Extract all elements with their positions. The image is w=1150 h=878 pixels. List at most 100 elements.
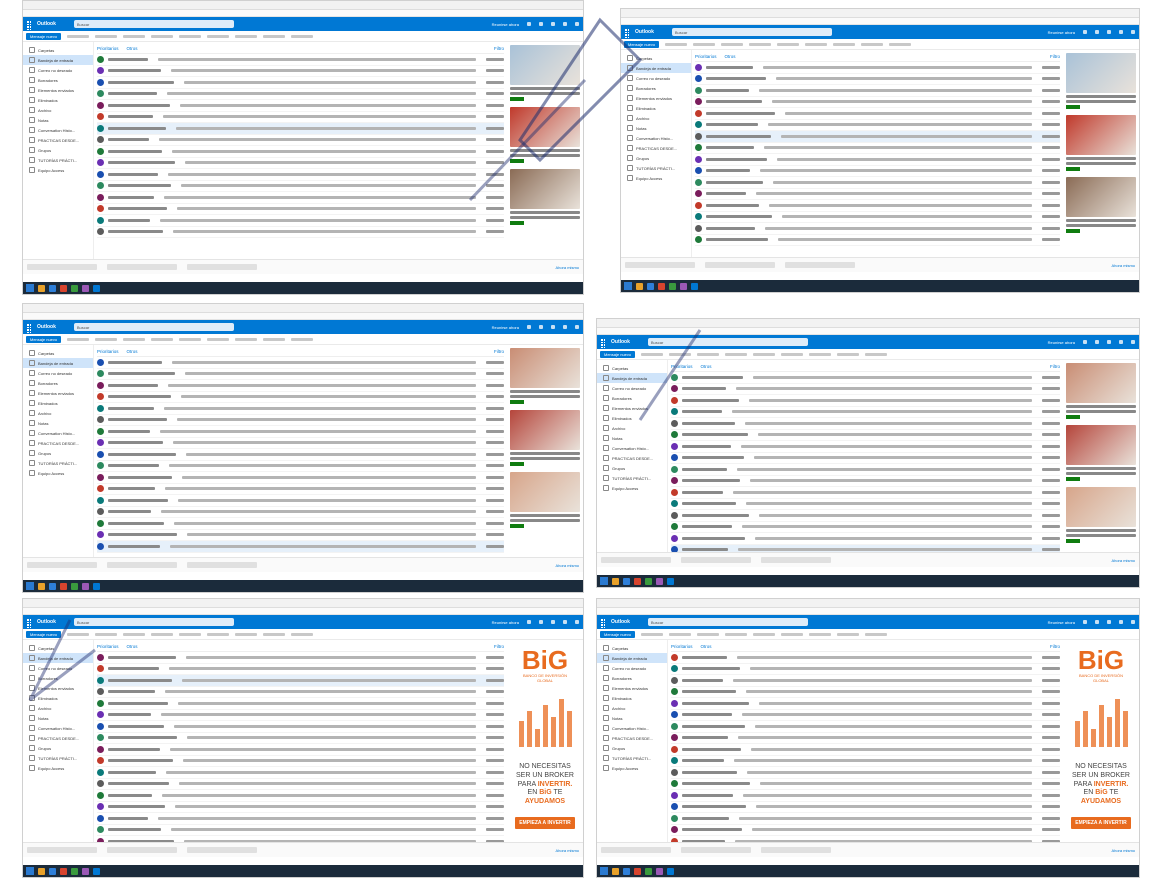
message-row[interactable] <box>97 710 504 721</box>
taskbar-app-icon[interactable] <box>49 867 56 875</box>
message-row[interactable] <box>671 510 1060 522</box>
calendar-icon[interactable] <box>1095 620 1099 624</box>
folder-item[interactable]: Eliminados <box>597 413 667 423</box>
message-row[interactable] <box>695 97 1060 108</box>
folder-item[interactable]: Borradores <box>23 378 93 388</box>
message-row[interactable] <box>671 418 1060 430</box>
folder-item[interactable]: Archivo <box>23 703 93 713</box>
taskbar-app-icon[interactable] <box>680 282 687 290</box>
taskbar-app-icon[interactable] <box>634 867 641 875</box>
folder-item[interactable]: Elementos enviados <box>23 85 93 95</box>
message-row[interactable] <box>671 499 1060 510</box>
message-row[interactable] <box>97 227 504 238</box>
folder-item[interactable]: PRACTICAS DESDE... <box>621 143 691 153</box>
message-row[interactable] <box>695 120 1060 131</box>
taskbar-app-icon[interactable] <box>647 282 654 290</box>
taskbar-app-icon[interactable] <box>38 284 45 292</box>
ad-image[interactable] <box>510 472 580 512</box>
message-row[interactable] <box>671 802 1060 813</box>
download-chip[interactable] <box>27 264 97 270</box>
folder-item[interactable]: TUTORÍAS PRÁCTI... <box>597 753 667 763</box>
folder-item[interactable]: Bandeja de entrada <box>597 653 667 663</box>
folder-item[interactable]: Archivo <box>597 703 667 713</box>
folder-item[interactable]: Bandeja de entrada <box>597 373 667 383</box>
folder-item[interactable]: Conversation Histo... <box>597 443 667 453</box>
folder-item[interactable]: Equipo Access <box>23 763 93 773</box>
user-avatar[interactable] <box>575 22 579 26</box>
command-action[interactable] <box>781 632 804 636</box>
command-action[interactable] <box>753 632 776 636</box>
message-row[interactable] <box>671 487 1060 499</box>
folder-item[interactable]: Archivo <box>23 408 93 418</box>
message-row[interactable] <box>97 825 504 836</box>
big-ad[interactable]: BiG BANCO DE INVERSIÓN GLOBAL NO NECESITAS… <box>1066 643 1136 829</box>
taskbar-app-icon[interactable] <box>71 284 78 292</box>
command-action[interactable] <box>95 34 118 38</box>
message-row[interactable] <box>97 415 504 426</box>
message-row[interactable] <box>97 369 504 380</box>
folder-item[interactable]: Grupos <box>23 145 93 155</box>
message-row[interactable] <box>671 664 1060 675</box>
download-chip[interactable] <box>107 264 177 270</box>
calendar-icon[interactable] <box>1095 340 1099 344</box>
message-row[interactable] <box>671 533 1060 545</box>
folder-item[interactable]: TUTORÍAS PRÁCTI... <box>621 163 691 173</box>
folder-item[interactable]: Correo no deseado <box>597 663 667 673</box>
ad-image[interactable] <box>510 410 580 450</box>
folder-item[interactable]: Borradores <box>597 673 667 683</box>
download-chip[interactable] <box>187 562 257 568</box>
taskbar-app-icon[interactable] <box>612 577 619 585</box>
download-chip[interactable] <box>187 264 257 270</box>
skype-icon[interactable] <box>527 620 531 624</box>
meet-now-button[interactable]: Reunirse ahora <box>492 325 519 330</box>
settings-icon[interactable] <box>551 22 555 26</box>
message-row[interactable] <box>695 143 1060 154</box>
tab-focused[interactable]: Prioritarios <box>671 644 693 649</box>
message-row[interactable] <box>97 530 504 541</box>
message-row[interactable] <box>97 518 504 530</box>
tab-other[interactable]: Otros <box>127 46 138 51</box>
command-action[interactable] <box>805 42 828 46</box>
message-row[interactable] <box>97 123 504 135</box>
message-row[interactable] <box>97 541 504 553</box>
user-avatar[interactable] <box>1131 620 1135 624</box>
taskbar-app-icon[interactable] <box>82 582 89 590</box>
tab-other[interactable]: Otros <box>701 644 712 649</box>
message-row[interactable] <box>97 215 504 227</box>
taskbar-app-icon[interactable] <box>49 582 56 590</box>
taskbar-app-icon[interactable] <box>656 867 663 875</box>
folder-item[interactable]: TUTORÍAS PRÁCTI... <box>23 155 93 165</box>
tab-other[interactable]: Otros <box>725 54 736 59</box>
show-all-link[interactable]: Ahora mismo <box>555 563 579 568</box>
taskbar-app-icon[interactable] <box>634 577 641 585</box>
folder-item[interactable]: PRACTICAS DESDE... <box>23 135 93 145</box>
filter-button[interactable]: Filtro <box>494 644 504 649</box>
ad-image[interactable] <box>510 348 580 388</box>
folder-item[interactable]: Correo no deseado <box>23 663 93 673</box>
download-chip[interactable] <box>785 262 855 268</box>
folder-item[interactable]: Notas <box>621 123 691 133</box>
calendar-icon[interactable] <box>539 620 543 624</box>
calendar-icon[interactable] <box>539 325 543 329</box>
folder-item[interactable]: Notas <box>597 713 667 723</box>
command-action[interactable] <box>291 632 314 636</box>
folder-item[interactable]: Equipo Access <box>597 763 667 773</box>
folder-item[interactable]: PRACTICAS DESDE... <box>597 453 667 463</box>
taskbar-app-icon[interactable] <box>658 282 665 290</box>
message-row[interactable] <box>97 507 504 518</box>
command-action[interactable] <box>665 42 688 46</box>
tab-focused[interactable]: Prioritarios <box>671 364 693 369</box>
taskbar-app-icon[interactable] <box>38 582 45 590</box>
folder-item[interactable]: Archivo <box>597 423 667 433</box>
message-row[interactable] <box>97 687 504 698</box>
message-row[interactable] <box>695 200 1060 212</box>
message-row[interactable] <box>97 756 504 767</box>
message-row[interactable] <box>97 664 504 675</box>
help-icon[interactable] <box>1119 340 1123 344</box>
tab-focused[interactable]: Prioritarios <box>97 349 119 354</box>
search-input[interactable]: Buscar <box>73 20 234 28</box>
command-action[interactable] <box>809 352 832 356</box>
folder-item[interactable]: Carpetas <box>23 45 93 55</box>
message-row[interactable] <box>671 767 1060 779</box>
taskbar-app-icon[interactable] <box>623 867 630 875</box>
